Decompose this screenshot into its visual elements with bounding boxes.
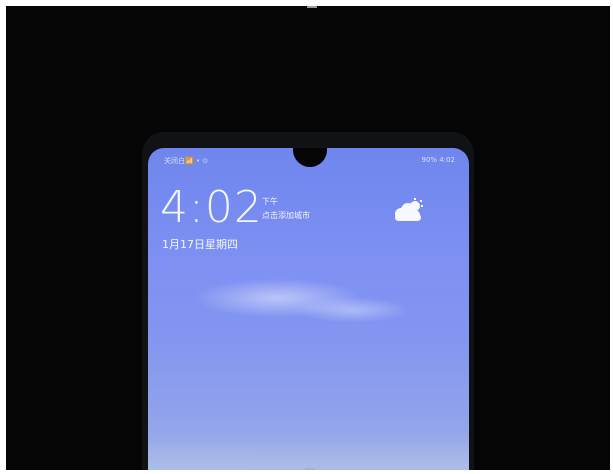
lock-screen: 关闭白📶 • ⊙ 90% 4:02 4:02 下午 点击添加城市 1月17日星期… [148, 148, 469, 474]
front-camera-notch [293, 148, 327, 167]
lock-clock: 4:02 [160, 182, 263, 233]
top-marker [307, 0, 317, 8]
status-bar-right: 90% 4:02 [421, 156, 455, 164]
ampm-label: 下午 [262, 197, 278, 206]
bottom-marker [305, 468, 315, 474]
status-bar-left: 关闭白📶 • ⊙ [164, 157, 209, 165]
partly-cloudy-icon [391, 198, 425, 224]
weather-location[interactable]: 点击添加城市 [262, 210, 310, 221]
lock-date: 1月17日星期四 [162, 238, 238, 251]
